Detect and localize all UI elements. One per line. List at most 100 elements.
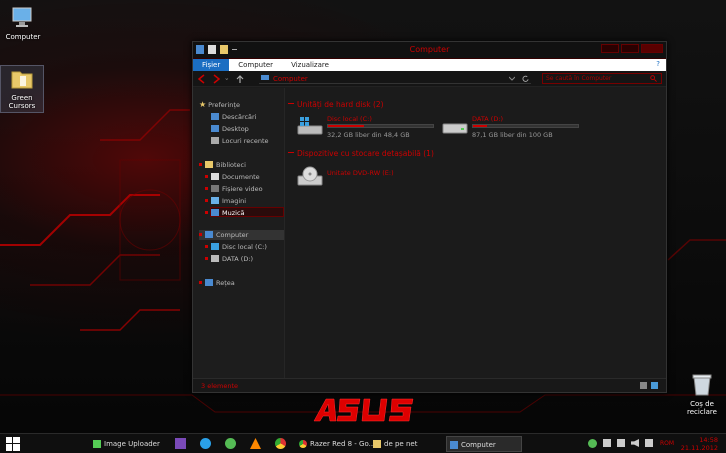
image-uploader-icon [93,440,101,448]
nav-label: Descărcări [222,113,257,121]
expand-icon[interactable] [199,281,202,284]
group-header-hard-disks[interactable]: Unități de hard disk (2) [288,100,384,109]
system-clock[interactable]: 14:58 21.11.2012 [681,436,718,452]
nav-label: Documente [222,173,260,181]
tray-battery-icon[interactable] [645,439,653,447]
taskbar-item-de-pe-net[interactable]: de pe net [370,436,444,452]
item-count: 3 elemente [201,382,239,390]
help-icon[interactable]: ? [656,60,660,68]
drive-tile-dvd[interactable]: Unitate DVD-RW (E:) [296,164,436,190]
nav-item-desktop[interactable]: Desktop [211,124,249,134]
nav-item-documents[interactable]: Documente [205,172,260,182]
nav-item-videos[interactable]: Fișiere video [205,184,263,194]
ribbon-tabs: Fișier Computer Vizualizare ? [193,59,666,71]
group-header-removable[interactable]: Dispozitive cu stocare detașabilă (1) [288,149,434,158]
expand-icon[interactable] [205,199,208,202]
expand-icon[interactable] [205,257,208,260]
nav-label: Computer [216,231,249,239]
details-view-icon[interactable] [640,382,647,389]
download-icon [211,113,219,120]
up-icon[interactable] [235,74,245,84]
drive-free-space: 87,1 GB liber din 100 GB [472,131,553,139]
taskbar-item-image-uploader[interactable]: Image Uploader [90,436,162,452]
drive-usage-fill [473,125,487,127]
close-button[interactable] [641,44,663,53]
explorer-window: Computer Fișier Computer Vizualizare ? C… [192,41,667,393]
tray-volume-icon[interactable] [631,439,639,447]
nav-item-music[interactable]: Muzică [205,208,245,218]
computer-icon [261,75,269,80]
address-box[interactable]: Computer [259,74,531,84]
tray-network-icon[interactable] [617,439,625,447]
nav-libraries[interactable]: Biblioteci [199,160,246,170]
taskbar-item-razer[interactable]: Razer Red 8 - Go... [296,436,375,452]
tray-flag-icon[interactable] [603,439,611,447]
refresh-icon[interactable] [522,75,529,82]
nav-computer[interactable]: Computer [199,230,248,240]
taskbar: Image Uploader Razer Red 8 - Go... de pe… [0,433,726,453]
address-bar-row: Computer Se caută în Computer [193,71,666,87]
nav-item-pictures[interactable]: Imagini [205,196,246,206]
expand-icon[interactable] [199,233,202,236]
nav-label: Imagini [222,197,247,205]
nav-item-downloads[interactable]: Descărcări [211,112,257,122]
taskbar-label: de pe net [384,440,418,448]
taskbar-label: Image Uploader [104,440,160,448]
tab-file[interactable]: Fișier [193,59,230,71]
utorrent-icon[interactable] [225,438,236,449]
vlc-icon[interactable] [250,438,261,449]
drive-usage-meter [327,124,434,128]
windows-start-icon[interactable] [6,437,20,451]
status-bar: 3 elemente [193,378,666,392]
desktop-icon-green-cursors[interactable]: Green Cursors [0,65,44,113]
star-icon: ★ [199,100,207,109]
desktop-icon-recycle-bin[interactable]: Coș de reciclare [680,372,724,416]
windows-drive-icon [211,243,219,250]
expand-icon[interactable] [199,163,202,166]
maximize-button[interactable] [621,44,639,53]
visual-studio-icon[interactable] [175,438,186,449]
taskbar-item-computer[interactable]: Computer [446,436,522,452]
recycle-bin-icon [692,374,712,396]
nav-item-drive-c[interactable]: Disc local (C:) [205,242,267,252]
nav-network[interactable]: Rețea [199,278,235,288]
group-label: Unități de hard disk (2) [297,100,384,109]
tray-utorrent-icon[interactable] [588,439,597,448]
search-icon[interactable] [650,75,657,82]
expand-icon[interactable] [205,187,208,190]
drive-tile-d[interactable]: DATA (D:) 87,1 GB liber din 100 GB [441,115,586,141]
dvd-drive-icon [297,166,323,186]
chrome-icon[interactable] [275,438,286,449]
forward-icon[interactable] [211,73,221,84]
chevron-down-icon[interactable] [509,76,515,82]
computer-icon [450,441,458,449]
tab-computer[interactable]: Computer [229,59,282,71]
back-icon[interactable] [197,73,207,84]
library-icon [205,161,213,168]
group-line [288,103,294,104]
windows-drive-icon [297,117,323,135]
nav-label: Disc local (C:) [222,243,267,251]
nav-item-recent-places[interactable]: Locuri recente [211,136,269,146]
tiles-view-icon[interactable] [651,382,658,389]
desktop-icon-computer[interactable]: Computer [1,5,45,41]
navigation-pane: ★ Preferințe Descărcări Desktop Locuri re… [193,88,285,378]
chrome-icon [299,440,307,448]
asus-logo [313,398,414,422]
nav-label: Rețea [216,279,235,287]
tab-view[interactable]: Vizualizare [282,59,338,71]
skype-icon[interactable] [200,438,211,449]
drive-usage-meter [472,124,579,128]
search-input[interactable]: Se caută în Computer [542,73,662,84]
nav-label: Desktop [222,125,249,133]
title-bar[interactable]: Computer [193,42,666,59]
minimize-button[interactable] [601,44,619,53]
expand-icon[interactable] [205,175,208,178]
nav-favorites[interactable]: ★ Preferințe [199,100,240,110]
expand-icon[interactable] [205,211,208,214]
input-language[interactable]: ROM [660,440,674,447]
nav-item-drive-d[interactable]: DATA (D:) [205,254,253,264]
expand-icon[interactable] [205,245,208,248]
drive-tile-c[interactable]: Disc local (C:) 32,2 GB liber din 48,4 G… [296,115,441,141]
recent-locations-icon[interactable] [225,74,231,84]
